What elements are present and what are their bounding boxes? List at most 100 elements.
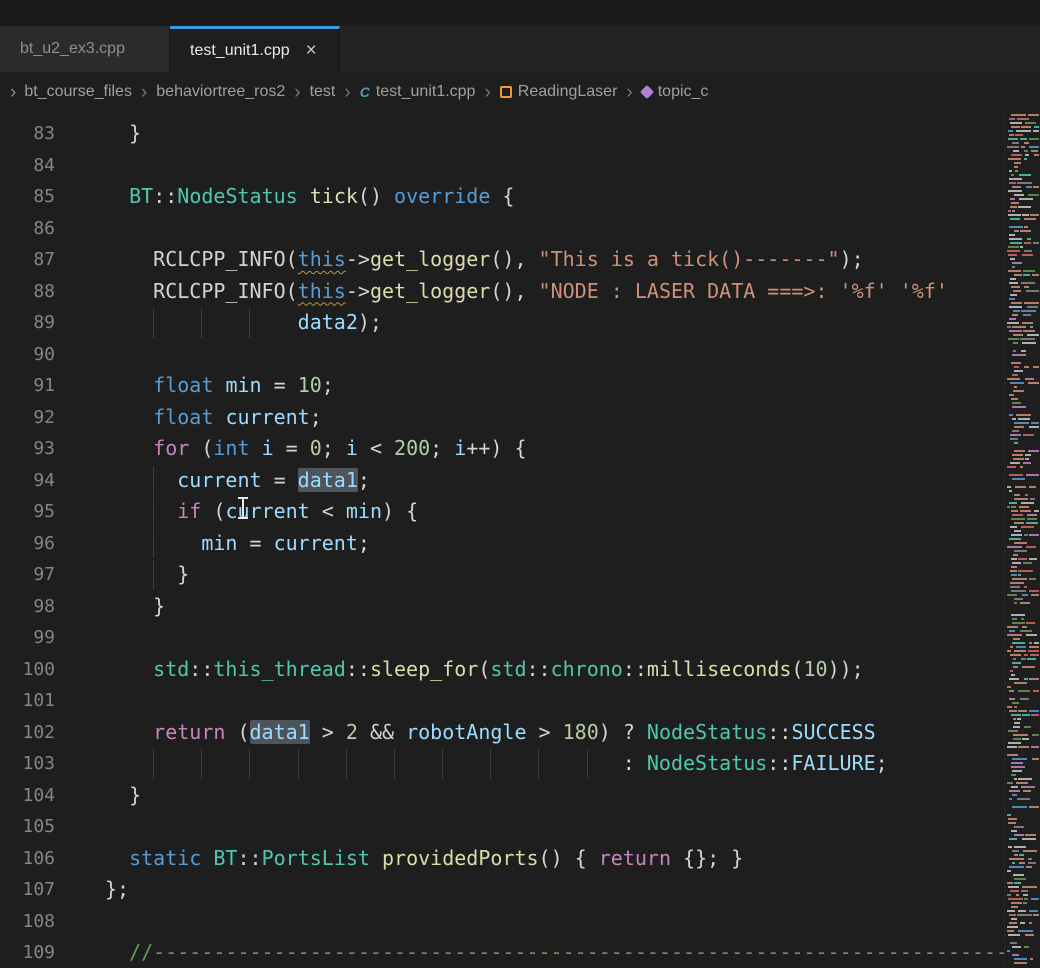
minimap-line: [1012, 418, 1016, 420]
code-line[interactable]: 92 float current;: [0, 402, 1004, 434]
minimap-line: [1029, 590, 1039, 592]
breadcrumb-item-test[interactable]: test: [310, 83, 336, 101]
code-line[interactable]: 84: [0, 150, 1004, 182]
line-number[interactable]: 106: [0, 843, 55, 875]
line-number[interactable]: 97: [0, 559, 55, 591]
code-line[interactable]: 91 float min = 10;: [0, 370, 1004, 402]
line-number[interactable]: 102: [0, 717, 55, 749]
indent-guide: [201, 308, 202, 338]
code-line[interactable]: 100 std::this_thread::sleep_for(std::chr…: [0, 654, 1004, 686]
minimap-line: [1007, 950, 1010, 952]
line-number[interactable]: 104: [0, 780, 55, 812]
code-line[interactable]: 109 //----------------------------------…: [0, 937, 1004, 968]
minimap-line: [1014, 962, 1027, 964]
minimap-line: [1028, 450, 1039, 452]
minimap-line: [1024, 534, 1028, 536]
code-line[interactable]: 94 current = data1;: [0, 465, 1004, 497]
minimap-line: [1013, 726, 1020, 728]
minimap-line: [1008, 190, 1022, 192]
line-number[interactable]: 84: [0, 150, 55, 182]
minimap-line: [1011, 762, 1023, 764]
line-number[interactable]: 90: [0, 339, 55, 371]
token: <: [358, 436, 394, 460]
line-number[interactable]: 96: [0, 528, 55, 560]
code-line[interactable]: 87 RCLCPP_INFO(this->get_logger(), "This…: [0, 244, 1004, 276]
line-number[interactable]: 105: [0, 811, 55, 843]
token: );: [840, 247, 864, 271]
code-line[interactable]: 108: [0, 906, 1004, 938]
minimap-line: [1009, 182, 1016, 184]
code-line[interactable]: 88 RCLCPP_INFO(this->get_logger(), "NODE…: [0, 276, 1004, 308]
minimap-line: [1008, 270, 1021, 272]
minimap-line: [1024, 218, 1036, 220]
code-line[interactable]: 102 return (data1 > 2 && robotAngle > 18…: [0, 717, 1004, 749]
breadcrumb-item-bt-course-files[interactable]: bt_course_files: [24, 83, 132, 101]
line-number[interactable]: 103: [0, 748, 55, 780]
line-number[interactable]: 91: [0, 370, 55, 402]
token: ::: [767, 720, 791, 744]
code-line[interactable]: 89 data2);: [0, 307, 1004, 339]
code-line[interactable]: 103 : NodeStatus::FAILURE;: [0, 748, 1004, 780]
code-line[interactable]: 83 }: [0, 118, 1004, 150]
breadcrumb-item-topic-c[interactable]: topic_c: [642, 83, 709, 101]
line-number[interactable]: 88: [0, 276, 55, 308]
line-number[interactable]: 86: [0, 213, 55, 245]
line-number[interactable]: 93: [0, 433, 55, 465]
line-number[interactable]: 87: [0, 244, 55, 276]
tab-test-unit1-cpp[interactable]: test_unit1.cpp ×: [170, 26, 340, 72]
line-number[interactable]: 107: [0, 874, 55, 906]
editor[interactable]: 83 }8485 BT::NodeStatus tick() override …: [0, 112, 1040, 968]
token: sleep_for: [370, 657, 478, 681]
minimap-line: [1021, 146, 1025, 148]
code-line[interactable]: 107};: [0, 874, 1004, 906]
token: return: [599, 846, 671, 870]
minimap-line: [1014, 778, 1017, 780]
line-number[interactable]: 101: [0, 685, 55, 717]
code-line[interactable]: 96 min = current;: [0, 528, 1004, 560]
minimap-line: [1025, 154, 1029, 156]
code-line[interactable]: 104 }: [0, 780, 1004, 812]
minimap[interactable]: [1004, 112, 1040, 968]
tab-bt-u2-ex3-cpp[interactable]: bt_u2_ex3.cpp: [0, 26, 170, 72]
breadcrumb-item-behaviortree-ros2[interactable]: behaviortree_ros2: [156, 83, 285, 101]
code-line[interactable]: 86: [0, 213, 1004, 245]
minimap-line: [1012, 514, 1023, 516]
minimap-line: [1012, 430, 1019, 432]
code-line[interactable]: 101: [0, 685, 1004, 717]
line-number[interactable]: 99: [0, 622, 55, 654]
line-number[interactable]: 92: [0, 402, 55, 434]
line-number[interactable]: 89: [0, 307, 55, 339]
code-line[interactable]: 97 }: [0, 559, 1004, 591]
breadcrumb-item-readinglaser[interactable]: ReadingLaser: [500, 83, 618, 101]
code-line-text: }: [105, 780, 1004, 812]
minimap-line: [1011, 510, 1018, 512]
code-line[interactable]: 90: [0, 339, 1004, 371]
line-number[interactable]: 109: [0, 937, 55, 968]
token: 2: [346, 720, 358, 744]
line-number[interactable]: 95: [0, 496, 55, 528]
code-area[interactable]: 83 }8485 BT::NodeStatus tick() override …: [0, 112, 1004, 968]
minimap-line: [1012, 862, 1015, 864]
code-line[interactable]: 106 static BT::PortsList providedPorts()…: [0, 843, 1004, 875]
close-tab-icon[interactable]: ×: [306, 41, 317, 60]
code-line[interactable]: 95 if (current < min) {: [0, 496, 1004, 528]
code-line[interactable]: 105: [0, 811, 1004, 843]
code-line[interactable]: 98 }: [0, 591, 1004, 623]
minimap-line: [1011, 906, 1018, 908]
minimap-line: [1007, 466, 1016, 468]
line-number[interactable]: 83: [0, 118, 55, 150]
line-number[interactable]: 85: [0, 181, 55, 213]
minimap-line: [1030, 498, 1035, 500]
breadcrumb-item-test-unit1-cpp[interactable]: Ctest_unit1.cpp: [360, 83, 476, 101]
minimap-line: [1013, 334, 1023, 336]
line-number[interactable]: 108: [0, 906, 55, 938]
code-line[interactable]: 93 for (int i = 0; i < 200; i++) {: [0, 433, 1004, 465]
code-line[interactable]: 99: [0, 622, 1004, 654]
tab-bar: bt_u2_ex3.cpp test_unit1.cpp ×: [0, 26, 1040, 72]
token: ;: [430, 436, 454, 460]
line-number[interactable]: 100: [0, 654, 55, 686]
token: ++) {: [466, 436, 526, 460]
code-line[interactable]: 85 BT::NodeStatus tick() override {: [0, 181, 1004, 213]
line-number[interactable]: 98: [0, 591, 55, 623]
line-number[interactable]: 94: [0, 465, 55, 497]
